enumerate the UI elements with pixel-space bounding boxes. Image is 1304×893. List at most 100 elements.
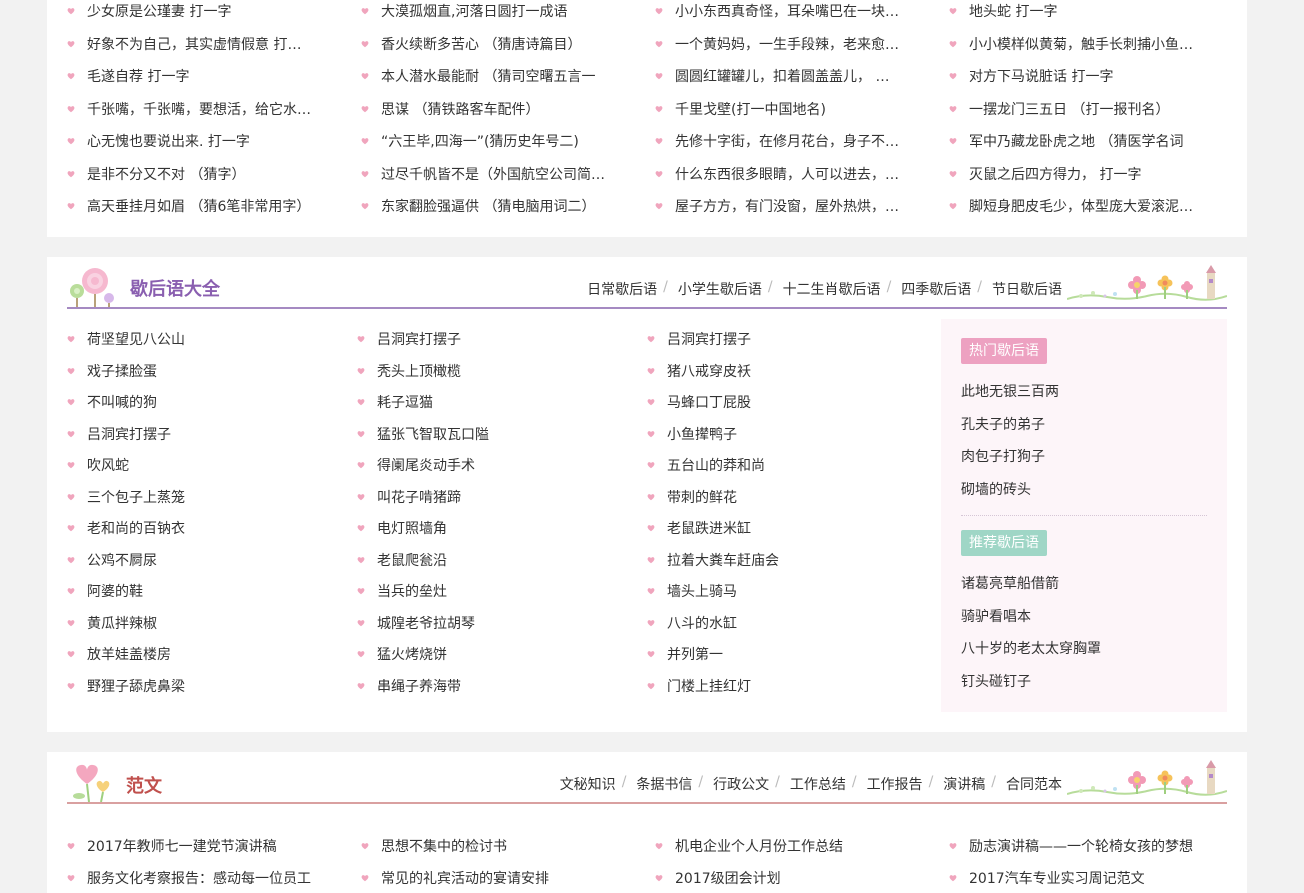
nav-link[interactable]: 条据书信 (636, 774, 692, 794)
xiehouyu-link[interactable]: 并列第一 (647, 644, 907, 666)
sidebar-link[interactable]: 骑驴看唱本 (961, 606, 1031, 628)
lollipop-logo-icon (67, 263, 119, 313)
riddle-link[interactable]: 一摆龙门三五日 （打一报刊名） (949, 99, 1199, 121)
xiehouyu-link[interactable]: 公鸡不屙尿 (67, 550, 327, 572)
riddle-link[interactable]: 小小东西真奇怪，耳朵嘴巴在一块，二人 (655, 1, 900, 23)
xiehouyu-link[interactable]: 耗子逗猫 (357, 392, 617, 414)
riddle-link[interactable]: 小小模样似黄菊，触手长刺捕小鱼。 （ (949, 34, 1199, 56)
sidebar-link[interactable]: 八十岁的老太太穿胸罩 (961, 638, 1101, 660)
nav-link[interactable]: 节日歇后语 (992, 279, 1062, 299)
riddle-link[interactable]: 对方下马说脏话 打一字 (949, 66, 1199, 88)
xiehouyu-link[interactable]: 黄瓜拌辣椒 (67, 613, 327, 635)
xiehouyu-link[interactable]: 串绳子养海带 (357, 676, 617, 698)
xiehouyu-link[interactable]: 八斗的水缸 (647, 613, 907, 635)
riddle-link[interactable]: 脚短身肥皮毛少，体型庞大爱滚泥。（ (949, 196, 1199, 218)
sidebar-link[interactable]: 肉包子打狗子 (961, 446, 1045, 468)
riddle-link[interactable]: 圆圆红罐罐儿，扣着圆盖盖儿， 甜甜的 (655, 66, 900, 88)
xiehouyu-link[interactable]: 猪八戒穿皮袄 (647, 361, 907, 383)
xiehouyu-link[interactable]: 墙头上骑马 (647, 581, 907, 603)
nav-link[interactable]: 行政公文 (713, 774, 769, 794)
sidebar-link[interactable]: 诸葛亮草船借箭 (961, 573, 1059, 595)
riddle-text: “六王毕,四海一”(猜历史年号二) (381, 134, 579, 150)
xiehouyu-link[interactable]: 吹风蛇 (67, 455, 327, 477)
riddle-link[interactable]: 灭鼠之后四方得力， 打一字 (949, 164, 1199, 186)
riddle-link[interactable]: 千张嘴，千张嘴，要想活，给它水。 … (67, 99, 312, 121)
riddle-link[interactable]: 本人潜水最能耐 （猜司空曙五言一 (361, 66, 606, 88)
fanwen-link[interactable]: 常见的礼宾活动的宴请安排 (361, 868, 621, 890)
xiehouyu-link[interactable]: 放羊娃盖楼房 (67, 644, 327, 666)
xiehouyu-link[interactable]: 吕洞宾打摆子 (67, 424, 327, 446)
nav-link[interactable]: 工作总结 (790, 774, 846, 794)
xiehouyu-link[interactable]: 荷坚望见八公山 (67, 329, 327, 351)
riddle-link[interactable]: 屋子方方，有门没窗，屋外热烘，屋里… (655, 196, 900, 218)
xiehouyu-link[interactable]: 带刺的鲜花 (647, 487, 907, 509)
xiehouyu-link[interactable]: 猛张飞智取瓦口隘 (357, 424, 617, 446)
sidebar-link[interactable]: 砌墙的砖头 (961, 479, 1031, 501)
riddle-link[interactable]: 毛遂自荐 打一字 (67, 66, 312, 88)
nav-link[interactable]: 小学生歇后语 (678, 279, 762, 299)
xiehouyu-link[interactable]: 拉着大粪车赶庙会 (647, 550, 907, 572)
riddle-link[interactable]: 思谋 （猜铁路客车配件） (361, 99, 606, 121)
nav-link[interactable]: 十二生肖歇后语 (783, 279, 881, 299)
xiehouyu-link[interactable]: 吕洞宾打摆子 (357, 329, 617, 351)
riddle-link[interactable]: 军中乃藏龙卧虎之地 （猜医学名词 (949, 131, 1199, 153)
riddle-link[interactable]: 什么东西很多眼睛，人可以进去，动物不 (655, 164, 900, 186)
fanwen-link[interactable]: 服务文化考察报告：感动每一位员工 (67, 868, 327, 890)
fanwen-link[interactable]: 励志演讲稿——一个轮椅女孩的梦想 (949, 836, 1209, 858)
riddle-link[interactable]: 是非不分又不对 （猜字） (67, 164, 312, 186)
xiehouyu-link[interactable]: 老和尚的百钠衣 (67, 518, 327, 540)
fanwen-link[interactable]: 2017级团会计划 (655, 868, 915, 890)
xiehouyu-link[interactable]: 马蜂口丁屁股 (647, 392, 907, 414)
heart-bullet-icon (647, 682, 655, 690)
riddle-link[interactable]: 好象不为自己，其实虚情假意 打一字 (67, 34, 312, 56)
nav-separator: / (663, 279, 668, 295)
sidebar-link[interactable]: 钉头碰钉子 (961, 671, 1031, 693)
riddle-link[interactable]: 大漠孤烟直,河落日圆打一成语 (361, 1, 606, 23)
xiehouyu-link[interactable]: 得阑尾炎动手术 (357, 455, 617, 477)
riddle-link[interactable]: 先修十字街，在修月花台，身子不用动… (655, 131, 900, 153)
riddle-link[interactable]: 香火续断多苦心 （猜唐诗篇目） (361, 34, 606, 56)
nav-link[interactable]: 工作报告 (867, 774, 923, 794)
fanwen-link[interactable]: 思想不集中的检讨书 (361, 836, 621, 858)
heart-bullet-icon (357, 367, 365, 375)
riddle-link[interactable]: 千里戈壁(打一中国地名) (655, 99, 900, 121)
xiehouyu-link[interactable]: 秃头上顶橄榄 (357, 361, 617, 383)
fanwen-link[interactable]: 2017汽车专业实习周记范文 (949, 868, 1209, 890)
riddle-link[interactable]: 地头蛇 打一字 (949, 1, 1199, 23)
xiehouyu-link[interactable]: 城隍老爷拉胡琴 (357, 613, 617, 635)
riddle-link[interactable]: 高天垂挂月如眉 （猜6笔非常用字） (67, 196, 312, 218)
xiehouyu-link[interactable]: 电灯照墙角 (357, 518, 617, 540)
xiehouyu-link[interactable]: 五台山的莽和尚 (647, 455, 907, 477)
xiehouyu-link[interactable]: 猛火烤烧饼 (357, 644, 617, 666)
xiehouyu-text: 门楼上挂红灯 (667, 678, 751, 695)
nav-link[interactable]: 演讲稿 (943, 774, 985, 794)
xiehouyu-link[interactable]: 戏子揉脸蛋 (67, 361, 327, 383)
xiehouyu-link[interactable]: 叫花子啃猪蹄 (357, 487, 617, 509)
xiehouyu-link[interactable]: 吕洞宾打摆子 (647, 329, 907, 351)
nav-link[interactable]: 四季歇后语 (901, 279, 971, 299)
xiehouyu-link[interactable]: 小鱼撵鸭子 (647, 424, 907, 446)
xiehouyu-link[interactable]: 老鼠爬瓮沿 (357, 550, 617, 572)
xiehouyu-link[interactable]: 阿婆的鞋 (67, 581, 327, 603)
riddle-link[interactable]: “六王毕,四海一”(猜历史年号二) (361, 131, 606, 153)
xiehouyu-link[interactable]: 门楼上挂红灯 (647, 676, 907, 698)
nav-separator: / (928, 774, 934, 790)
sidebar-link[interactable]: 孔夫子的弟子 (961, 414, 1045, 436)
xiehouyu-link[interactable]: 野狸子舔虎鼻梁 (67, 676, 327, 698)
xiehouyu-link[interactable]: 老鼠跌进米缸 (647, 518, 907, 540)
nav-link[interactable]: 文秘知识 (560, 774, 616, 794)
riddle-link[interactable]: 少女原是公瑾妻 打一字 (67, 1, 312, 23)
riddle-link[interactable]: 一个黄妈妈，一生手段辣，老来愈厉害… (655, 34, 900, 56)
xiehouyu-link[interactable]: 不叫喊的狗 (67, 392, 327, 414)
sidebar-link[interactable]: 此地无银三百两 (961, 381, 1059, 403)
riddle-link[interactable]: 东家翻脸强逼供 （猜电脑用词二） (361, 196, 606, 218)
xiehouyu-link[interactable]: 当兵的垒灶 (357, 581, 617, 603)
fanwen-link[interactable]: 机电企业个人月份工作总结 (655, 836, 915, 858)
nav-link[interactable]: 日常歇后语 (587, 279, 657, 299)
nav-link[interactable]: 合同范本 (1006, 774, 1062, 794)
xiehouyu-link[interactable]: 三个包子上蒸笼 (67, 487, 327, 509)
flower-garden-decoration-icon (1066, 758, 1228, 802)
fanwen-link[interactable]: 2017年教师七一建党节演讲稿 (67, 836, 327, 858)
riddle-link[interactable]: 过尽千帆皆不是（外国航空公司简称） (361, 164, 606, 186)
riddle-link[interactable]: 心无愧也要说出来. 打一字 (67, 131, 312, 153)
